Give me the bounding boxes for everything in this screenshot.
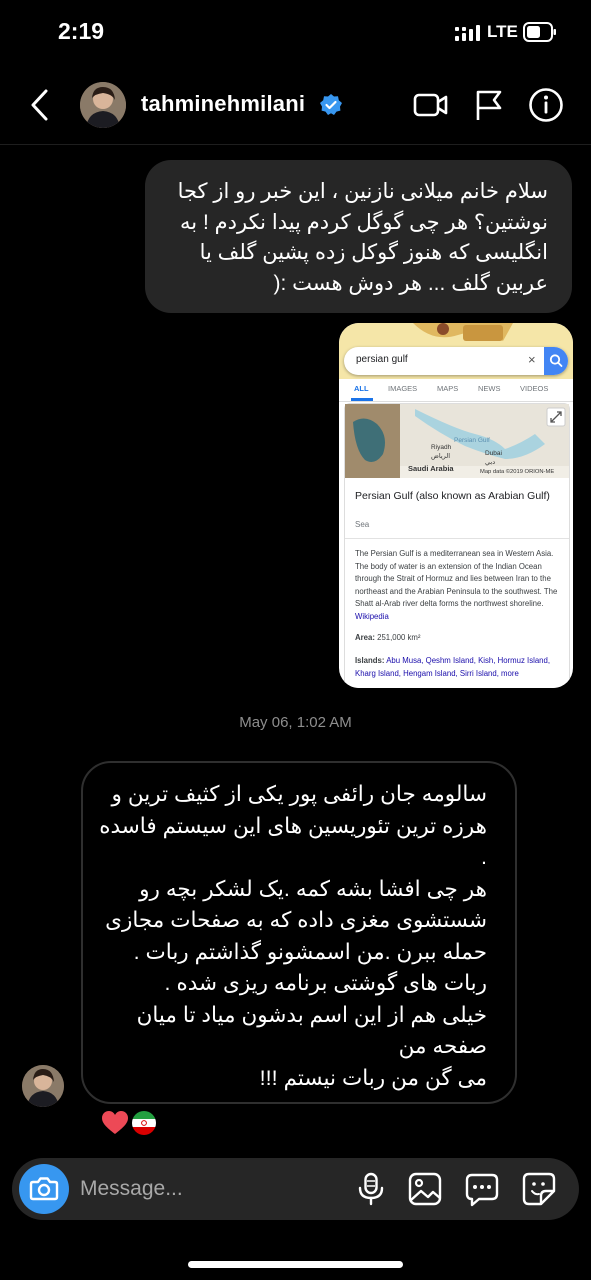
chat-header: tahminehmilani xyxy=(0,66,591,145)
signal-icon xyxy=(455,25,480,41)
map-label-gulf: Persian Gulf xyxy=(454,437,490,444)
shared-screenshot-image[interactable]: persian gulf × ALL IMAGES MAPS NEWS VIDE… xyxy=(339,323,573,688)
tab-maps: MAPS xyxy=(437,384,459,393)
area-label: Area: xyxy=(355,633,375,642)
sticker-icon[interactable] xyxy=(521,1171,557,1207)
camera-button[interactable] xyxy=(19,1164,69,1214)
message-timestamp: May 06, 1:02 AM xyxy=(239,714,352,731)
battery-icon xyxy=(523,22,556,42)
google-doodle-banner: persian gulf × xyxy=(339,323,573,379)
message-line: انگلیسی که هنوز گوکل زده پشین گلف یا xyxy=(199,241,548,264)
map-label-dubai: Dubai xyxy=(485,450,502,457)
search-tabs: ALL IMAGES MAPS NEWS VIDEOS xyxy=(339,379,573,402)
status-time: 2:19 xyxy=(58,18,105,44)
incoming-message-bubble[interactable]: سالومه جان رائفی پور یکی از کثیف ترین و … xyxy=(81,761,517,1104)
area-row: Area: 251,000 km² xyxy=(355,633,420,642)
message-line: خیلی هم از این اسم بدشون میاد تا میان xyxy=(136,1002,487,1027)
status-bar: 2:19 LTE xyxy=(0,0,591,66)
tab-videos: VIDEOS xyxy=(520,384,549,393)
verified-badge-icon xyxy=(320,94,342,115)
message-reactions[interactable] xyxy=(100,1108,162,1138)
description-text: The Persian Gulf is a mediterranean sea … xyxy=(355,549,558,609)
chat-bubble-icon[interactable] xyxy=(464,1171,500,1207)
tab-all: ALL xyxy=(354,384,369,393)
map-label-saudi: Saudi Arabia xyxy=(408,464,454,473)
camera-icon xyxy=(29,1177,59,1201)
search-button xyxy=(544,347,568,375)
message-input[interactable]: Message... xyxy=(80,1177,183,1201)
message-line: ربات های گوشتی برنامه ریزی شده . xyxy=(164,971,488,995)
google-search-box: persian gulf × xyxy=(344,347,568,375)
message-composer: Message... xyxy=(12,1158,579,1220)
message-line: هرزه ترین تئوریسین های این سیستم فاسده xyxy=(99,813,487,838)
outgoing-message-text: سلام خانم میلانی نازنین ، این خبر رو از … xyxy=(158,177,548,299)
microphone-icon[interactable] xyxy=(353,1171,389,1207)
message-line: شستشوی مغزی داده که به صفحات مجازی xyxy=(105,908,487,932)
map-credit: Map data ©2019 ORION-ME xyxy=(480,469,555,475)
network-label: LTE xyxy=(487,22,518,41)
divider xyxy=(345,538,569,539)
map-label-dubai-ar: دبي xyxy=(485,459,496,466)
home-indicator[interactable] xyxy=(188,1261,403,1268)
message-line: سلام خانم میلانی نازنین ، این خبر رو از … xyxy=(177,180,548,203)
islands-row: Islands: Abu Musa, Qeshm Island, Kish, H… xyxy=(355,655,561,680)
outgoing-message-bubble[interactable]: سلام خانم میلانی نازنین ، این خبر رو از … xyxy=(145,160,572,313)
google-doodle-icon xyxy=(413,323,513,341)
islands-label: Islands: xyxy=(355,656,385,665)
knowledge-panel-description: The Persian Gulf is a mediterranean sea … xyxy=(355,548,561,624)
heart-reaction-icon xyxy=(102,1111,128,1134)
video-call-icon[interactable] xyxy=(413,87,449,123)
area-value: 251,000 km² xyxy=(377,633,421,642)
avatar[interactable] xyxy=(80,82,126,128)
knowledge-panel-title: Persian Gulf (also known as Arabian Gulf… xyxy=(355,490,550,502)
message-line: هر چی افشا بشه کمه .یک لشکر بچه رو xyxy=(139,876,487,901)
gallery-icon[interactable] xyxy=(407,1171,443,1207)
map-image: Persian Gulf Riyadh الرياض Dubai دبي Sau… xyxy=(345,404,569,478)
message-line: حمله ببرن .من اسمشونو گذاشتم ربات . xyxy=(133,939,487,964)
message-line: نوشتین؟ هر چی گوگل کردم پیدا نکردم ! به xyxy=(180,210,548,234)
back-icon[interactable] xyxy=(26,88,56,122)
clear-search-icon: × xyxy=(528,352,536,367)
knowledge-panel: Persian Gulf Riyadh الرياض Dubai دبي Sau… xyxy=(344,403,570,688)
iran-flag-reaction-icon xyxy=(130,1109,158,1137)
message-line: سالومه جان رائفی پور یکی از کثیف ترین و xyxy=(111,782,487,806)
map-label-riyadh-ar: الرياض xyxy=(431,453,451,460)
map-label-riyadh: Riyadh xyxy=(431,444,452,451)
flag-report-icon[interactable] xyxy=(471,87,507,123)
search-query: persian gulf xyxy=(356,354,408,365)
wikipedia-link: Wikipedia xyxy=(355,611,389,621)
tab-images: IMAGES xyxy=(388,384,418,393)
message-line: صفحه من xyxy=(398,1034,487,1058)
message-line: . xyxy=(481,845,487,869)
info-icon[interactable] xyxy=(528,87,564,123)
islands-list: Abu Musa, Qeshm Island, Kish, Hormuz Isl… xyxy=(355,656,551,678)
header-username[interactable]: tahminehmilani xyxy=(141,91,305,117)
active-tab-indicator xyxy=(351,398,373,401)
message-line: می گن من ربات نیستم !!! xyxy=(259,1065,487,1090)
knowledge-panel-subtitle: Sea xyxy=(355,520,370,529)
incoming-message-text: سالومه جان رائفی پور یکی از کثیف ترین و … xyxy=(97,779,487,1094)
tab-news: NEWS xyxy=(478,384,501,393)
search-icon xyxy=(549,354,563,367)
message-line: عربین گلف ... هر دوش هست :( xyxy=(273,271,548,295)
sender-avatar[interactable] xyxy=(22,1065,64,1107)
